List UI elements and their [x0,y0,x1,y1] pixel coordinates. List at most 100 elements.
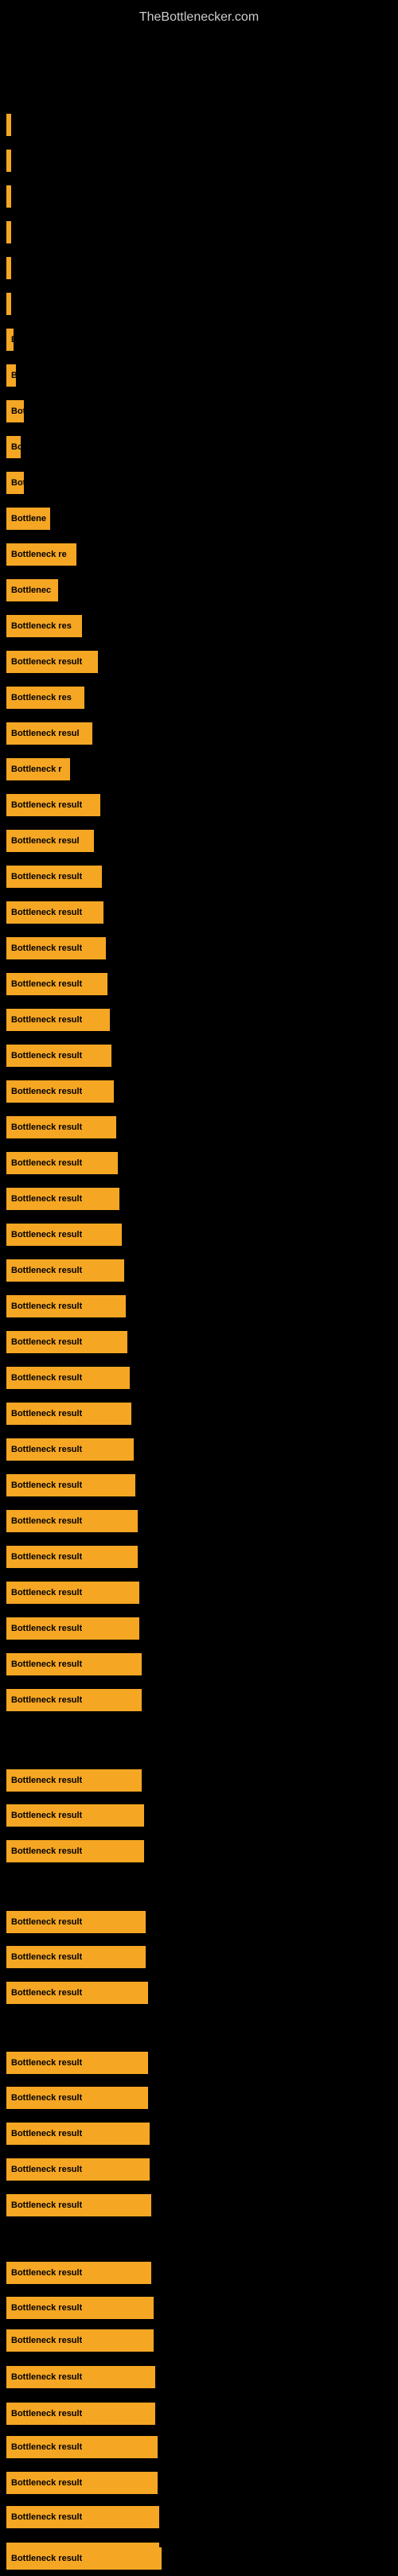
bar-row: Bottleneck result [0,1940,398,1975]
bar-row: Bottleneck result [0,1396,398,1431]
bar-row: Bottleneck result [0,2255,398,2290]
bar-label: Bottleneck result [11,1695,82,1705]
bar-row: | [0,251,398,286]
bar-row: Bottleneck result [0,1468,398,1503]
bar-label: Bottleneck result [11,1015,82,1025]
bar-label: Bottleneck result [11,2372,82,2382]
bar-label: Bottleneck result [11,1123,82,1132]
bar-label: Bottleneck result [11,1194,82,1204]
bar-label: Bottleneck result [11,1952,82,1962]
bar-label: Bottleneck result [11,1846,82,1856]
bar-row: B [0,286,398,321]
bar-row: B [0,179,398,214]
bar-row: Bottleneck result [0,1325,398,1360]
bar-label: Bottleneck result [11,2409,82,2418]
bar-label: Bottleneck result [11,657,82,667]
bottleneck-bar: B [6,185,11,208]
bottleneck-bar: Bottleneck result [6,1438,134,1461]
bottleneck-bar: Bottleneck result [6,2472,158,2494]
bottleneck-bar: Bottleneck result [6,1188,119,1210]
bottleneck-bar: B [6,364,16,387]
bar-label: Bottleneck result [11,1087,82,1096]
bottleneck-bar: | [6,221,11,243]
bar-label: Bottleneck result [11,1811,82,1820]
bar-label: Bottleneck result [11,2165,82,2174]
bar-row: Bottleneck result [0,1763,398,1798]
bottleneck-bar: Bot [6,472,24,494]
bar-label: Bottleneck r [11,765,62,774]
bottleneck-bar: Bot [6,400,24,422]
bar-row: Bottleneck re [0,537,398,572]
bar-row: Bottleneck result [0,1647,398,1682]
bar-row: Bottlenec [0,573,398,608]
bar-label: B [11,335,14,344]
bar-row: Bottleneck result [0,2188,398,2223]
bar-row: Bottleneck result [0,2396,398,2431]
bottleneck-bar: Bottleneck result [6,2366,155,2388]
bar-row: Bot [0,465,398,500]
bar-label: Bottleneck result [11,2058,82,2068]
bar-label: Bottleneck result [11,1445,82,1454]
bar-row: Bottleneck result [0,931,398,966]
bar-label: Bottleneck resul [11,729,80,738]
bar-row: Bottleneck result [0,2541,398,2576]
bar-label: Bottleneck result [11,2512,82,2522]
bar-row: Bottleneck result [0,1539,398,1574]
bar-row: Bottleneck result [0,1038,398,1073]
bar-label: Bottleneck result [11,944,82,953]
bottleneck-bar: Bottleneck result [6,2547,162,2570]
bar-row: Bottlene [0,501,398,536]
bar-row: Bottleneck result [0,2360,398,2395]
bottleneck-bar: Bottleneck res [6,687,84,709]
bar-label: Bottleneck result [11,979,82,989]
bar-label: Bottleneck res [11,693,72,702]
bar-label: Bottleneck result [11,1660,82,1669]
bottleneck-bar: Bottleneck result [6,2506,159,2528]
bar-label: Bot [11,478,24,488]
bottleneck-bar: Bottleneck result [6,2194,151,2216]
bar-row: Bottleneck result [0,895,398,930]
bottleneck-bar: | [6,257,11,279]
bottleneck-bar: Bottleneck result [6,1804,144,1827]
bar-label: Bottleneck resul [11,836,80,846]
bar-label: Bottleneck result [11,1988,82,1998]
bar-row: Bottleneck result [0,1834,398,1869]
bottleneck-bar: Bottleneck resul [6,722,92,745]
bottleneck-bar: Bottleneck result [6,1617,139,1640]
bar-label: Bottleneck result [11,1516,82,1526]
bar-row: Bottleneck result [0,1360,398,1395]
bar-row: Bottleneck result [0,1217,398,1252]
bottleneck-bar: Bottleneck result [6,1689,142,1711]
bar-label: Bottleneck result [11,1917,82,1927]
bar-label: Bottleneck result [11,2478,82,2488]
bottleneck-bar: Bottleneck result [6,1653,142,1675]
bottleneck-bar: Bottleneck result [6,794,100,816]
bar-row: Bottleneck result [0,1504,398,1539]
bar-row: | [0,215,398,250]
bottleneck-bar: Bottleneck result [6,2262,151,2284]
bar-label: Bottleneck result [11,1481,82,1490]
bottleneck-bar: Bottleneck result [6,2436,158,2458]
bar-label: Bottleneck result [11,872,82,881]
bar-row: Bottleneck result [0,2290,398,2325]
bar-label: Bottleneck result [11,1552,82,1562]
bottleneck-bar: B [6,293,11,315]
bar-row: Bottleneck result [0,1611,398,1646]
bar-label: Bottleneck result [11,908,82,917]
bottleneck-bar: Bottleneck result [6,1367,130,1389]
bar-label: Bottleneck result [11,2336,82,2345]
bar-row: Bottleneck result [0,1181,398,1216]
bar-row: Bottleneck result [0,2152,398,2187]
bottleneck-bar: Bo [6,436,21,458]
bar-row: Bottleneck result [0,859,398,894]
bottleneck-bar: Bottleneck result [6,1259,124,1282]
bar-label: Bottleneck result [11,800,82,810]
bar-row: Bottleneck result [0,1146,398,1181]
bottleneck-bar: Bottleneck result [6,1582,139,1604]
bar-row: Bottleneck result [0,1798,398,1833]
bar-row: Bottleneck result [0,2045,398,2080]
bottleneck-bar: Bottleneck result [6,866,102,888]
bar-label: Bottleneck result [11,1337,82,1347]
bar-row: Bottleneck result [0,788,398,823]
bar-label: Bottleneck result [11,2303,82,2313]
